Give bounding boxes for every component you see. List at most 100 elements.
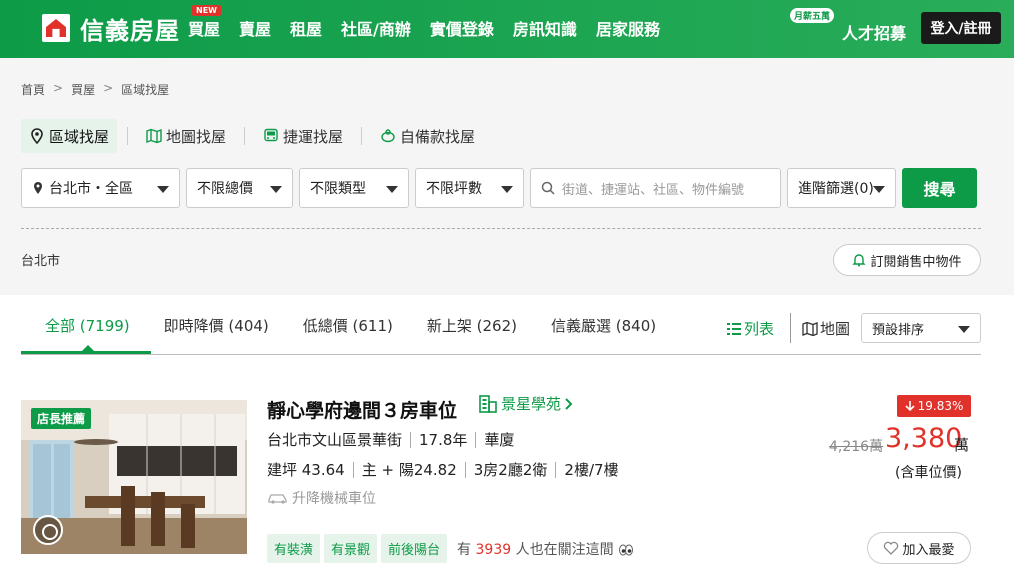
career-link[interactable]: 月薪五萬 人才招募 — [790, 8, 906, 44]
listing-building-type: 華廈 — [484, 431, 515, 449]
tab-new-listing[interactable]: 新上架 (262) — [427, 315, 517, 355]
list-view-toggle[interactable]: 列表 — [727, 318, 774, 339]
keyword-search-input[interactable]: 街道、捷運站、社區、物件編號 — [530, 168, 781, 208]
active-tab-indicator — [21, 351, 151, 354]
salary-badge: 月薪五萬 — [790, 8, 835, 23]
nav-item-news[interactable]: 房訊知識 — [513, 16, 577, 40]
breadcrumb-separator: > — [53, 81, 64, 95]
divider — [21, 228, 981, 229]
breadcrumb-buy[interactable]: 買屋 — [71, 81, 95, 98]
type-select[interactable]: 不限類型 — [299, 168, 409, 208]
advanced-filter-label: 進階篩選(0) — [798, 181, 874, 197]
price-note: (含車位價) — [895, 465, 962, 481]
feature-tag: 前後陽台 — [381, 534, 448, 563]
size-select[interactable]: 不限坪數 — [415, 168, 524, 208]
nav-item-sell[interactable]: 賣屋 — [239, 16, 271, 40]
active-tab-arrow — [82, 345, 94, 351]
brand-name: 信義房屋 — [80, 16, 180, 45]
car-icon — [268, 494, 287, 504]
sort-value: 預設排序 — [872, 322, 925, 338]
tab-mrt-search[interactable]: 捷運找屋 — [255, 119, 351, 153]
tab-label: 地圖找屋 — [166, 127, 227, 146]
brand-logo[interactable]: 信義房屋 — [42, 13, 180, 45]
original-price: 4,216萬 — [829, 439, 884, 455]
chevron-right-icon — [565, 397, 573, 410]
parking-type: 升降機械車位 — [292, 491, 376, 507]
tab-divider — [361, 127, 363, 145]
tabs-baseline — [21, 354, 981, 355]
search-placeholder: 街道、捷運站、社區、物件編號 — [562, 182, 745, 198]
nav-item-price-registry[interactable]: 實價登錄 — [430, 16, 494, 40]
advanced-filter-select[interactable]: 進階篩選(0) — [787, 168, 896, 208]
listing-title[interactable]: 靜心學府邊間３房車位 — [267, 396, 457, 423]
top-navigation-bar: 信義房屋 NEW 買屋 賣屋 租屋 社區/商辦 實價登錄 房訊知識 居家服務 月… — [0, 0, 1014, 58]
tab-price-drop[interactable]: 即時降價 (404) — [164, 315, 269, 355]
tab-low-price[interactable]: 低總價 (611) — [303, 315, 393, 355]
house-logo-icon — [42, 14, 70, 42]
heart-icon — [884, 541, 899, 555]
search-mode-tabs: 區域找屋 地圖找屋 捷運找屋 自備款找屋 — [21, 119, 483, 153]
price-drop-badge: 19.83% — [897, 395, 971, 417]
listing-main-area: 主 + 陽24.82 — [361, 461, 457, 479]
login-button[interactable]: 登入/註冊 — [921, 12, 1001, 44]
watch-suffix: 人也在關注這間 — [515, 541, 614, 558]
nav-item-buy[interactable]: NEW 買屋 — [188, 5, 221, 40]
nav-item-label: 買屋 — [188, 20, 221, 39]
tab-downpayment-search[interactable]: 自備款找屋 — [372, 119, 483, 153]
discount-value: 19.83% — [917, 399, 964, 413]
eyes-icon — [619, 544, 634, 555]
add-favorite-button[interactable]: 加入最愛 — [867, 532, 971, 564]
chevron-down-icon — [958, 326, 970, 333]
price-unit: 萬 — [954, 436, 970, 454]
building-icon — [479, 394, 497, 413]
map-icon — [802, 321, 818, 336]
new-badge: NEW — [192, 5, 221, 16]
map-view-label: 地圖 — [820, 320, 851, 338]
community-link[interactable]: 景星學苑 — [478, 393, 574, 414]
search-button[interactable]: 搜尋 — [902, 168, 977, 208]
row-divider — [464, 461, 466, 478]
vr-tour-icon[interactable] — [33, 515, 63, 545]
breadcrumb-separator: > — [103, 81, 114, 95]
piggy-bank-icon — [381, 129, 395, 143]
filter-row: 台北市・全區 不限總價 不限類型 不限坪數 街道、捷運站、社區、物件編號 進階篩… — [21, 168, 977, 208]
listing-age: 17.8年 — [419, 431, 468, 449]
tab-sinyi-select[interactable]: 信義嚴選 (840) — [551, 315, 656, 355]
list-icon — [727, 322, 741, 335]
nav-item-community[interactable]: 社區/商辦 — [341, 16, 411, 40]
listing-photo[interactable]: 店長推薦 — [21, 400, 247, 554]
tab-label: 自備款找屋 — [400, 127, 476, 146]
community-name: 景星學苑 — [501, 395, 562, 413]
chevron-down-icon — [270, 186, 282, 193]
location-pin-icon — [34, 182, 42, 194]
feature-tag: 有景觀 — [324, 534, 378, 563]
nav-item-rent[interactable]: 租屋 — [290, 16, 322, 40]
size-value: 不限坪數 — [426, 181, 482, 197]
listing-floor: 2樓/7樓 — [564, 461, 619, 479]
sort-select[interactable]: 預設排序 — [861, 313, 981, 343]
bell-icon — [852, 254, 867, 267]
arrow-down-icon — [905, 401, 915, 412]
breadcrumb-home[interactable]: 首頁 — [21, 81, 45, 98]
tab-divider — [127, 127, 129, 145]
tab-area-search[interactable]: 區域找屋 — [21, 119, 118, 153]
price-select[interactable]: 不限總價 — [186, 168, 293, 208]
nav-item-home-service[interactable]: 居家服務 — [596, 16, 660, 40]
subscribe-button[interactable]: 訂閱銷售中物件 — [833, 244, 981, 276]
chevron-down-icon — [386, 186, 398, 193]
feature-tag: 有裝潢 — [267, 534, 321, 563]
tab-divider — [244, 127, 246, 145]
row-divider — [352, 461, 354, 478]
view-divider — [790, 313, 791, 343]
map-pin-icon — [31, 128, 43, 144]
result-tabs: 全部 (7199) 即時降價 (404) 低總價 (611) 新上架 (262)… — [21, 315, 690, 355]
train-icon — [264, 128, 278, 142]
current-price: 3,380 — [885, 423, 963, 454]
region-select[interactable]: 台北市・全區 — [21, 168, 180, 208]
chevron-down-icon — [157, 186, 169, 193]
list-view-label: 列表 — [744, 320, 775, 338]
map-view-toggle[interactable]: 地圖 — [802, 318, 850, 339]
listing-spec-row: 建坪 43.64 主 + 陽24.82 3房2廳2衛 2樓/7樓 — [267, 459, 619, 480]
tab-map-search[interactable]: 地圖找屋 — [138, 119, 234, 153]
results-panel: 全部 (7199) 即時降價 (404) 低總價 (611) 新上架 (262)… — [0, 295, 1014, 581]
